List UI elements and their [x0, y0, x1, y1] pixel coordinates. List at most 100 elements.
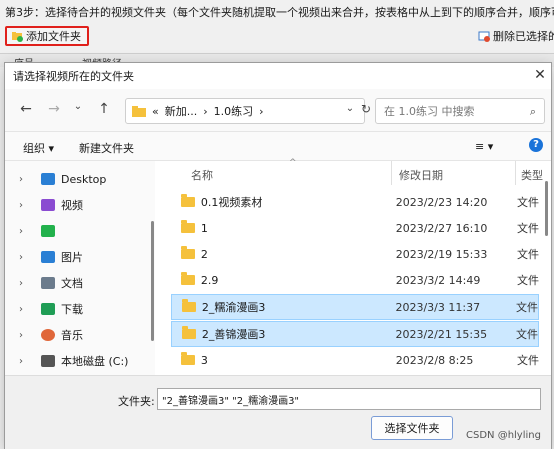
folder-icon — [181, 220, 195, 233]
dialog-titlebar: 请选择视频所在的文件夹 ✕ — [5, 63, 551, 89]
folder-picker-dialog: 请选择视频所在的文件夹 ✕ ← → ⌄ ↑ « 新加... › 1.0练习 › … — [4, 62, 552, 449]
file-type: 文件 — [516, 301, 538, 314]
file-date: 2023/2/27 16:10 — [395, 221, 488, 235]
breadcrumb-segment-1[interactable]: 新加... — [165, 103, 198, 119]
nav-item-desktop[interactable]: › Desktop — [5, 167, 155, 191]
downloads-icon — [41, 303, 55, 315]
music-icon — [41, 329, 55, 341]
close-icon[interactable]: ✕ — [531, 66, 549, 84]
refresh-icon[interactable]: ↻ — [357, 102, 375, 116]
folder-icon — [181, 246, 195, 259]
delete-icon — [478, 30, 490, 42]
file-name: 0.1视频素材 — [200, 196, 263, 209]
folder-name-field[interactable]: "2_善锦漫画3" "2_糯渝漫画3" — [157, 388, 541, 410]
watermark: CSDN @hlyling — [466, 430, 541, 441]
nav-label: 文档 — [61, 277, 83, 290]
delete-selected-label: 删除已选择的 — [493, 30, 554, 43]
iqiyi-icon — [41, 225, 55, 237]
file-name: 2_糯渝漫画3 — [201, 301, 266, 314]
new-folder-button[interactable]: 新建文件夹 — [79, 140, 134, 156]
nav-item-documents[interactable]: › 文档 — [5, 271, 155, 295]
chevron-right-icon[interactable]: › — [19, 226, 33, 237]
file-date: 2023/2/8 8:25 — [395, 353, 474, 367]
file-name: 3 — [200, 353, 208, 367]
chevron-right-icon[interactable]: › — [19, 278, 33, 289]
file-type: 文件 — [517, 196, 539, 209]
add-folder-icon — [11, 30, 23, 42]
file-row[interactable]: 0.1视频素材 2023/2/23 14:20 文件 — [171, 189, 539, 215]
help-icon[interactable]: ? — [529, 138, 543, 152]
nav-scrollbar[interactable] — [151, 221, 154, 341]
file-type: 文件 — [517, 248, 539, 261]
file-name: 2_善锦漫画3 — [201, 328, 266, 341]
column-divider[interactable] — [515, 161, 516, 185]
nav-item-videos[interactable]: › 视频 — [5, 193, 155, 217]
address-chevrons: « — [152, 104, 159, 118]
search-icon: ⌕ — [529, 105, 536, 118]
view-options-button[interactable]: ≡ ▾ — [475, 140, 493, 153]
file-date: 2023/2/19 15:33 — [395, 247, 488, 261]
file-row-selected[interactable]: 2_善锦漫画3 2023/2/21 15:35 文件 — [171, 321, 539, 347]
nav-label: Desktop — [61, 172, 107, 186]
chevron-right-icon: › — [203, 104, 208, 118]
folder-icon — [182, 326, 196, 339]
recent-dropdown-icon[interactable]: ⌄ — [69, 101, 87, 112]
file-date: 2023/2/21 15:35 — [395, 327, 488, 341]
chevron-right-icon[interactable]: › — [19, 252, 33, 263]
col-type-header[interactable]: 类型 — [521, 167, 543, 183]
documents-icon — [41, 277, 55, 289]
file-type: 文件 — [516, 328, 538, 341]
select-folder-button[interactable]: 选择文件夹 — [371, 416, 453, 440]
chevron-right-icon[interactable]: › — [19, 356, 33, 367]
video-icon — [41, 199, 55, 211]
back-icon[interactable]: ← — [17, 101, 35, 117]
address-bar[interactable]: « 新加... › 1.0练习 › — [125, 98, 365, 124]
nav-item-pictures[interactable]: › 图片 — [5, 245, 155, 269]
nav-label: 音乐 — [61, 329, 83, 342]
folder-label: 文件夹: — [118, 395, 155, 408]
file-row[interactable]: 2 2023/2/19 15:33 文件 — [171, 241, 539, 267]
file-date: 2023/2/23 14:20 — [395, 195, 488, 209]
search-input[interactable]: 在 1.0练习 中搜索 ⌕ — [375, 98, 545, 124]
search-placeholder: 在 1.0练习 中搜索 — [384, 105, 475, 118]
chevron-right-icon[interactable]: › — [19, 330, 33, 341]
navigation-bar: ← → ⌄ ↑ « 新加... › 1.0练习 › ⌄ ↻ 在 1.0练习 中搜… — [5, 89, 551, 131]
chevron-right-icon[interactable]: › — [19, 174, 33, 185]
file-date: 2023/3/3 11:37 — [395, 300, 481, 314]
col-modified-header[interactable]: 修改日期 — [399, 167, 443, 183]
folder-name-value: "2_善锦漫画3" "2_糯渝漫画3" — [162, 395, 300, 407]
file-row-selected[interactable]: 2_糯渝漫画3 2023/3/3 11:37 文件 — [171, 294, 539, 320]
file-row[interactable]: 3 2023/2/8 8:25 文件 — [171, 347, 539, 373]
nav-item-local-disk[interactable]: › 本地磁盘 (C:) — [5, 349, 155, 373]
column-divider[interactable] — [391, 161, 392, 185]
nav-label: 下载 — [61, 303, 83, 316]
toolbar: 组织 ▾ 新建文件夹 ≡ ▾ ? — [5, 131, 551, 161]
chevron-right-icon[interactable]: › — [19, 200, 33, 211]
nav-item-iqiyi[interactable]: › — [5, 219, 155, 243]
pictures-icon — [41, 251, 55, 263]
delete-selected-button[interactable]: 删除已选择的 — [478, 28, 554, 44]
col-name-header[interactable]: 名称 — [191, 167, 213, 183]
file-type: 文件 — [517, 274, 539, 287]
add-folder-button[interactable]: 添加文件夹 — [5, 26, 89, 46]
up-icon[interactable]: ↑ — [95, 101, 113, 117]
folder-icon — [132, 105, 146, 117]
file-name: 2 — [200, 247, 208, 261]
content-area: › Desktop › 视频 › › 图片 › 文档 › 下载 › 音乐 › 本… — [5, 158, 551, 375]
file-date: 2023/3/2 14:49 — [395, 273, 481, 287]
folder-icon — [181, 194, 195, 207]
organize-menu[interactable]: 组织 ▾ — [23, 140, 54, 156]
nav-item-downloads[interactable]: › 下载 — [5, 297, 155, 321]
file-list-scrollbar[interactable] — [545, 181, 548, 236]
file-name: 2.9 — [200, 273, 219, 287]
breadcrumb-segment-2[interactable]: 1.0练习 — [214, 103, 254, 119]
file-row[interactable]: 2.9 2023/3/2 14:49 文件 — [171, 267, 539, 293]
nav-item-music[interactable]: › 音乐 — [5, 323, 155, 347]
file-list: 名称 ^ 修改日期 类型 0.1视频素材 2023/2/23 14:20 文件 … — [163, 158, 551, 375]
file-row[interactable]: 1 2023/2/27 16:10 文件 — [171, 215, 539, 241]
chevron-right-icon[interactable]: › — [19, 304, 33, 315]
folder-icon — [182, 299, 196, 312]
forward-icon[interactable]: → — [45, 101, 63, 117]
file-type: 文件 — [517, 354, 539, 367]
folder-icon — [181, 272, 195, 285]
